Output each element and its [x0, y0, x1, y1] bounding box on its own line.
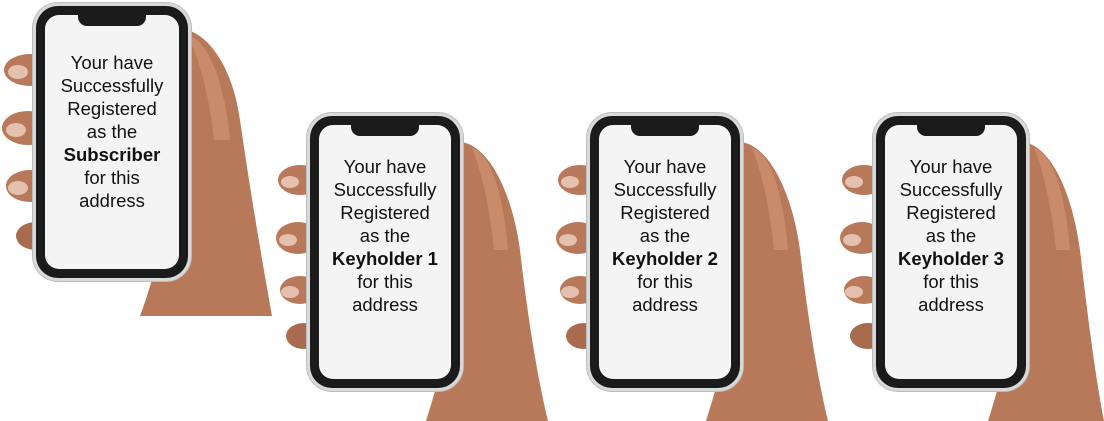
- phone-unit-keyholder-2: Your have Successfully Registered as the…: [556, 110, 828, 421]
- phone-unit-keyholder-1: Your have Successfully Registered as the…: [276, 110, 548, 421]
- role-label: Subscriber: [63, 144, 161, 165]
- message-line: as the: [86, 121, 138, 142]
- phone-notch: [631, 124, 699, 136]
- message-line: Successfully: [613, 179, 717, 200]
- message-line: Registered: [906, 202, 996, 223]
- message-line: Registered: [67, 98, 157, 119]
- registration-message: Your have Successfully Registered as the…: [599, 155, 731, 316]
- phone-screen: Your have Successfully Registered as the…: [45, 14, 179, 269]
- message-line: as the: [359, 225, 411, 246]
- role-label: Keyholder 1: [332, 248, 438, 269]
- message-line: for this: [84, 167, 140, 188]
- role-label: Keyholder 3: [898, 248, 1004, 269]
- message-line: Successfully: [60, 75, 164, 96]
- message-line: for this: [637, 271, 693, 292]
- phone-notch: [351, 124, 419, 136]
- phone-unit-subscriber: Your have Successfully Registered as the…: [0, 0, 272, 316]
- message-line: Successfully: [333, 179, 437, 200]
- message-line: as the: [639, 225, 691, 246]
- message-line: as the: [925, 225, 977, 246]
- message-line: Your have: [343, 156, 427, 177]
- smartphone: Your have Successfully Registered as the…: [36, 6, 188, 278]
- phone-screen: Your have Successfully Registered as the…: [885, 124, 1017, 379]
- role-label: Keyholder 2: [612, 248, 718, 269]
- message-line: Your have: [623, 156, 707, 177]
- message-line: Successfully: [899, 179, 1003, 200]
- message-line: address: [632, 294, 698, 315]
- phone-unit-keyholder-3: Your have Successfully Registered as the…: [840, 110, 1104, 421]
- message-line: Registered: [340, 202, 430, 223]
- phone-notch: [78, 14, 146, 26]
- message-line: address: [352, 294, 418, 315]
- message-line: Your have: [70, 52, 154, 73]
- message-line: address: [79, 190, 145, 211]
- registration-message: Your have Successfully Registered as the…: [319, 155, 451, 316]
- registration-message: Your have Successfully Registered as the…: [45, 51, 179, 212]
- message-line: Your have: [909, 156, 993, 177]
- smartphone: Your have Successfully Registered as the…: [876, 116, 1026, 388]
- message-line: Registered: [620, 202, 710, 223]
- phone-screen: Your have Successfully Registered as the…: [319, 124, 451, 379]
- phone-screen: Your have Successfully Registered as the…: [599, 124, 731, 379]
- smartphone: Your have Successfully Registered as the…: [590, 116, 740, 388]
- registration-message: Your have Successfully Registered as the…: [885, 155, 1017, 316]
- message-line: for this: [357, 271, 413, 292]
- smartphone: Your have Successfully Registered as the…: [310, 116, 460, 388]
- message-line: for this: [923, 271, 979, 292]
- message-line: address: [918, 294, 984, 315]
- phone-notch: [917, 124, 985, 136]
